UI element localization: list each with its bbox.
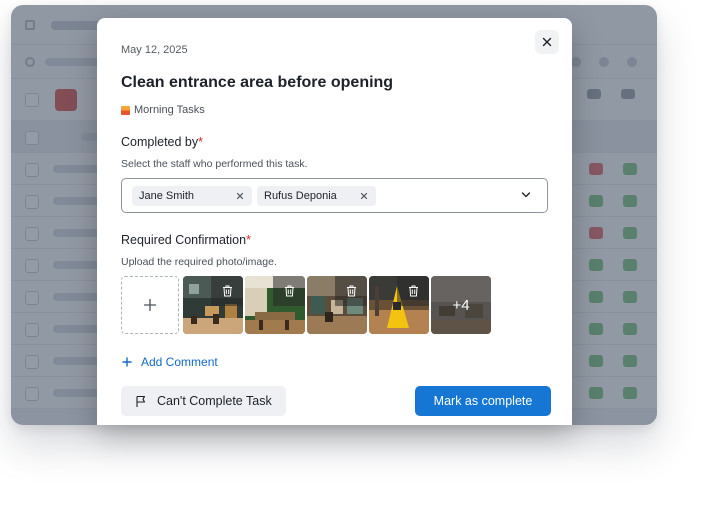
- required-mark: *: [246, 233, 251, 247]
- delete-photo-button[interactable]: [273, 276, 305, 306]
- photo-thumbnail[interactable]: [369, 276, 429, 334]
- more-photos-thumbnail[interactable]: +4: [431, 276, 491, 334]
- close-icon[interactable]: [234, 190, 246, 202]
- chevron-down-icon[interactable]: [521, 191, 531, 199]
- close-icon[interactable]: [358, 190, 370, 202]
- task-category-label: Morning Tasks: [134, 104, 205, 116]
- sunrise-icon: [121, 105, 130, 115]
- more-photos-count: +4: [431, 276, 491, 334]
- completed-by-hint: Select the staff who performed this task…: [121, 158, 308, 170]
- required-mark: *: [198, 135, 203, 149]
- task-category: Morning Tasks: [121, 104, 205, 116]
- confirmation-label: Required Confirmation*: [121, 233, 251, 247]
- delete-photo-button[interactable]: [397, 276, 429, 306]
- cant-complete-button[interactable]: Can't Complete Task: [121, 386, 286, 416]
- close-icon: [542, 37, 552, 47]
- add-comment-label: Add Comment: [141, 355, 218, 369]
- cant-complete-label: Can't Complete Task: [157, 394, 272, 408]
- delete-photo-button[interactable]: [335, 276, 367, 306]
- add-comment-button[interactable]: Add Comment: [122, 355, 218, 369]
- staff-chip-label: Rufus Deponia: [264, 190, 337, 202]
- photo-thumbnail[interactable]: [245, 276, 305, 334]
- staff-multiselect[interactable]: Jane Smith Rufus Deponia: [121, 178, 548, 213]
- plus-icon: [143, 298, 157, 312]
- task-date: May 12, 2025: [121, 44, 188, 56]
- trash-icon: [284, 285, 294, 297]
- plus-icon: [122, 357, 132, 367]
- staff-chip: Rufus Deponia: [257, 186, 376, 206]
- mark-complete-button[interactable]: Mark as complete: [415, 386, 551, 416]
- photo-thumbnail[interactable]: [307, 276, 367, 334]
- trash-icon: [346, 285, 356, 297]
- task-title: Clean entrance area before opening: [121, 74, 394, 91]
- confirmation-hint: Upload the required photo/image.: [121, 256, 277, 268]
- close-button[interactable]: [535, 30, 559, 54]
- trash-icon: [222, 285, 232, 297]
- task-completion-modal: May 12, 2025 Clean entrance area before …: [97, 18, 572, 425]
- staff-chip-label: Jane Smith: [139, 190, 195, 202]
- photo-thumbnail[interactable]: [183, 276, 243, 334]
- delete-photo-button[interactable]: [211, 276, 243, 306]
- upload-photo-button[interactable]: [121, 276, 179, 334]
- flag-icon: [136, 395, 146, 407]
- completed-by-label: Completed by*: [121, 135, 203, 149]
- trash-icon: [408, 285, 418, 297]
- staff-chip: Jane Smith: [132, 186, 252, 206]
